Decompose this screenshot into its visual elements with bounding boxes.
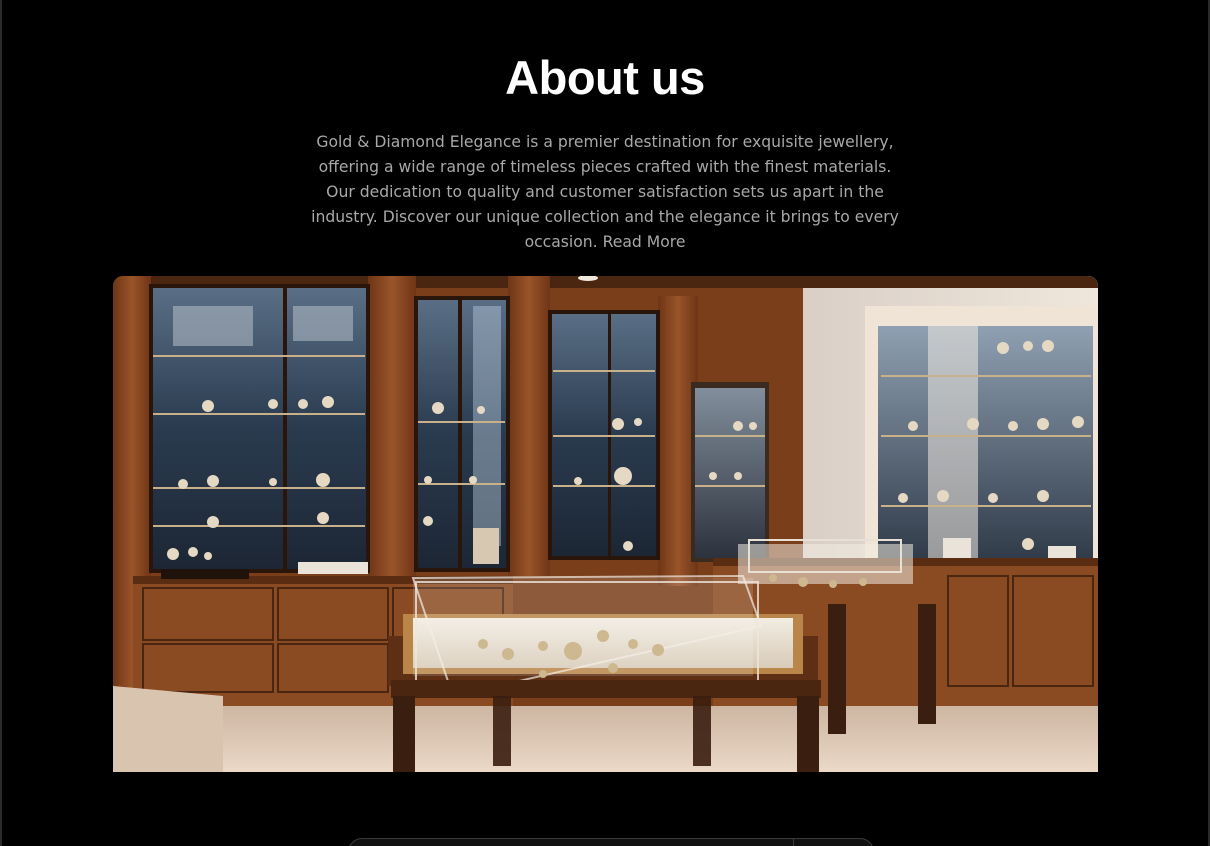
page-title: About us [505, 51, 705, 104]
read-more-link[interactable]: Read More [603, 233, 686, 251]
page-frame-left [0, 0, 2, 846]
store-interior-image [113, 276, 1098, 772]
bottom-bar-divider [793, 839, 794, 846]
bottom-input-bar[interactable] [348, 838, 874, 846]
about-description: Gold & Diamond Elegance is a premier des… [305, 130, 905, 255]
